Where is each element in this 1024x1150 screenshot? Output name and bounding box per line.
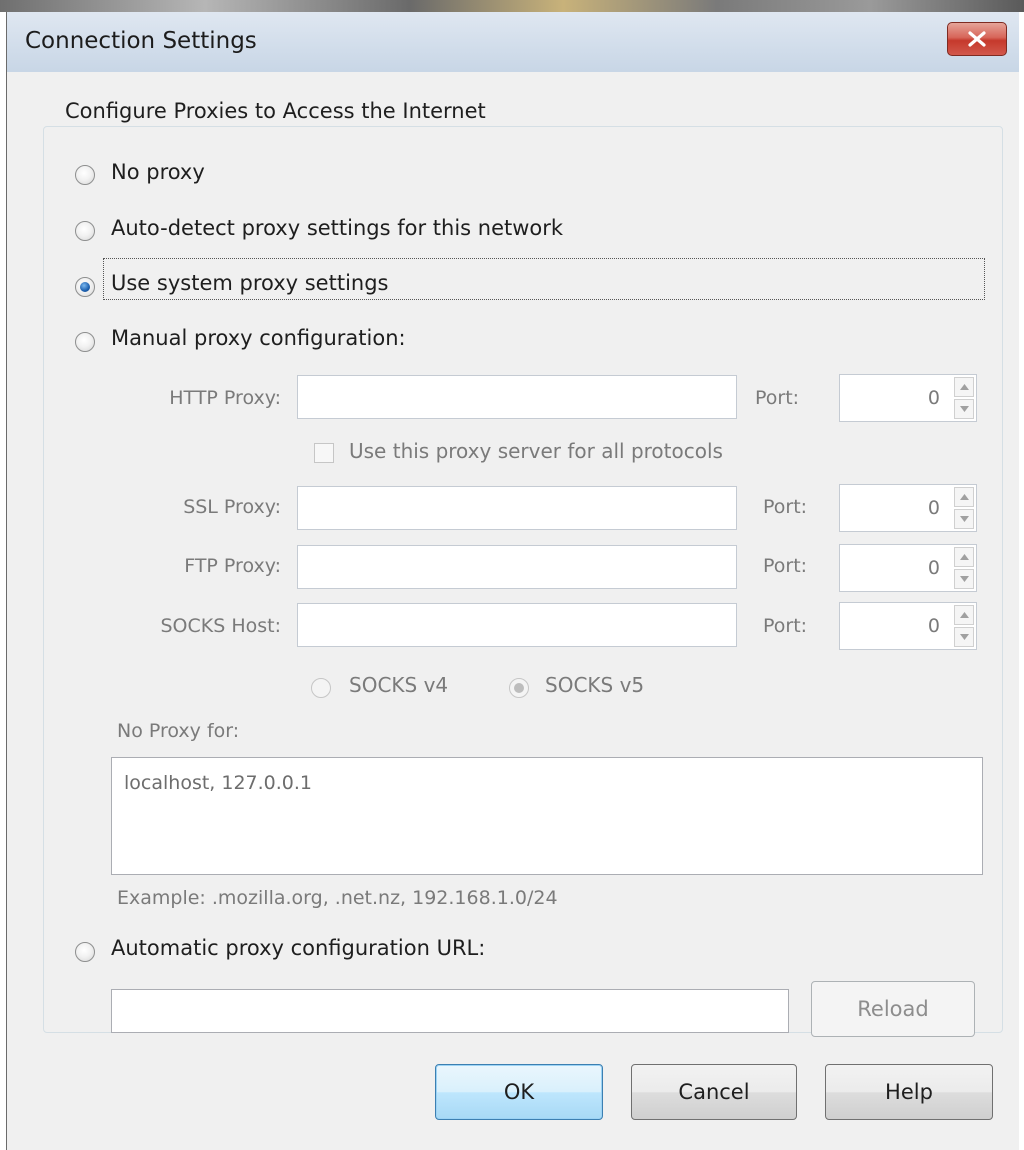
group-legend: Configure Proxies to Access the Internet [59,99,492,123]
ssl-proxy-label: SSL Proxy: [183,496,281,518]
auto-url-input[interactable] [111,989,789,1033]
http-proxy-label: HTTP Proxy: [169,387,281,409]
http-port-value: 0 [927,387,940,409]
no-proxy-for-value: localhost, 127.0.0.1 [124,772,313,794]
auto-url-label: Automatic proxy configuration URL: [111,936,486,960]
title-bar: Connection Settings [7,12,1019,73]
no-proxy-example: Example: .mozilla.org, .net.nz, 192.168.… [117,887,558,909]
ftp-proxy-input[interactable] [297,545,737,589]
ssl-proxy-input[interactable] [297,486,737,530]
radio-no-proxy[interactable] [75,165,95,185]
close-icon [968,31,986,47]
ssl-port-value: 0 [927,497,940,519]
dialog-body: Configure Proxies to Access the Internet… [7,72,1019,1150]
close-button[interactable] [947,22,1007,56]
connection-settings-dialog: Connection Settings Configure Proxies to… [6,12,1019,1150]
no-proxy-for-label: No Proxy for: [117,720,240,742]
use-system-label: Use system proxy settings [111,271,389,295]
help-button[interactable]: Help [825,1064,993,1120]
chevron-down-icon [959,576,969,582]
socks-v5-label: SOCKS v5 [545,673,645,697]
socks-port-stepper[interactable]: 0 [839,602,977,650]
socks-port-value: 0 [927,615,940,637]
auto-detect-label: Auto-detect proxy settings for this netw… [111,216,564,240]
window-title: Connection Settings [25,28,257,54]
use-for-all-label: Use this proxy server for all protocols [349,439,723,463]
cancel-button[interactable]: Cancel [631,1064,797,1120]
chevron-up-icon [959,494,969,500]
radio-auto-detect[interactable] [75,221,95,241]
http-port-up-arrow[interactable] [954,377,974,397]
reload-button[interactable]: Reload [811,981,975,1037]
no-proxy-for-textarea[interactable]: localhost, 127.0.0.1 [111,757,983,875]
socks-host-label: SOCKS Host: [160,615,281,637]
socks-port-label: Port: [763,615,808,637]
http-port-stepper[interactable]: 0 [839,374,977,422]
http-port-down-arrow[interactable] [954,399,974,419]
socks-v4-label: SOCKS v4 [349,673,449,697]
http-port-label: Port: [755,387,800,409]
use-for-all-checkbox[interactable] [314,443,334,463]
chevron-down-icon [959,516,969,522]
socks-port-down-arrow[interactable] [954,627,974,647]
radio-manual[interactable] [75,332,95,352]
radio-socks-v4[interactable] [311,678,331,698]
ssl-port-label: Port: [763,496,808,518]
ok-button[interactable]: OK [435,1064,603,1120]
chevron-up-icon [959,554,969,560]
radio-socks-v5[interactable] [509,678,529,698]
manual-label: Manual proxy configuration: [111,326,406,350]
http-proxy-input[interactable] [297,375,737,419]
ftp-port-value: 0 [927,557,940,579]
ftp-port-label: Port: [763,555,808,577]
ftp-port-up-arrow[interactable] [954,547,974,567]
socks-host-input[interactable] [297,603,737,647]
ssl-port-down-arrow[interactable] [954,509,974,529]
ftp-port-stepper[interactable]: 0 [839,544,977,592]
background-window-strip [0,0,1024,12]
ssl-port-up-arrow[interactable] [954,487,974,507]
ftp-proxy-label: FTP Proxy: [184,555,281,577]
ssl-port-stepper[interactable]: 0 [839,484,977,532]
radio-auto-url[interactable] [75,942,95,962]
chevron-up-icon [959,384,969,390]
chevron-down-icon [959,634,969,640]
chevron-down-icon [959,406,969,412]
radio-use-system[interactable] [75,277,95,297]
ftp-port-down-arrow[interactable] [954,569,974,589]
socks-port-up-arrow[interactable] [954,605,974,625]
no-proxy-label: No proxy [111,160,205,184]
chevron-up-icon [959,612,969,618]
